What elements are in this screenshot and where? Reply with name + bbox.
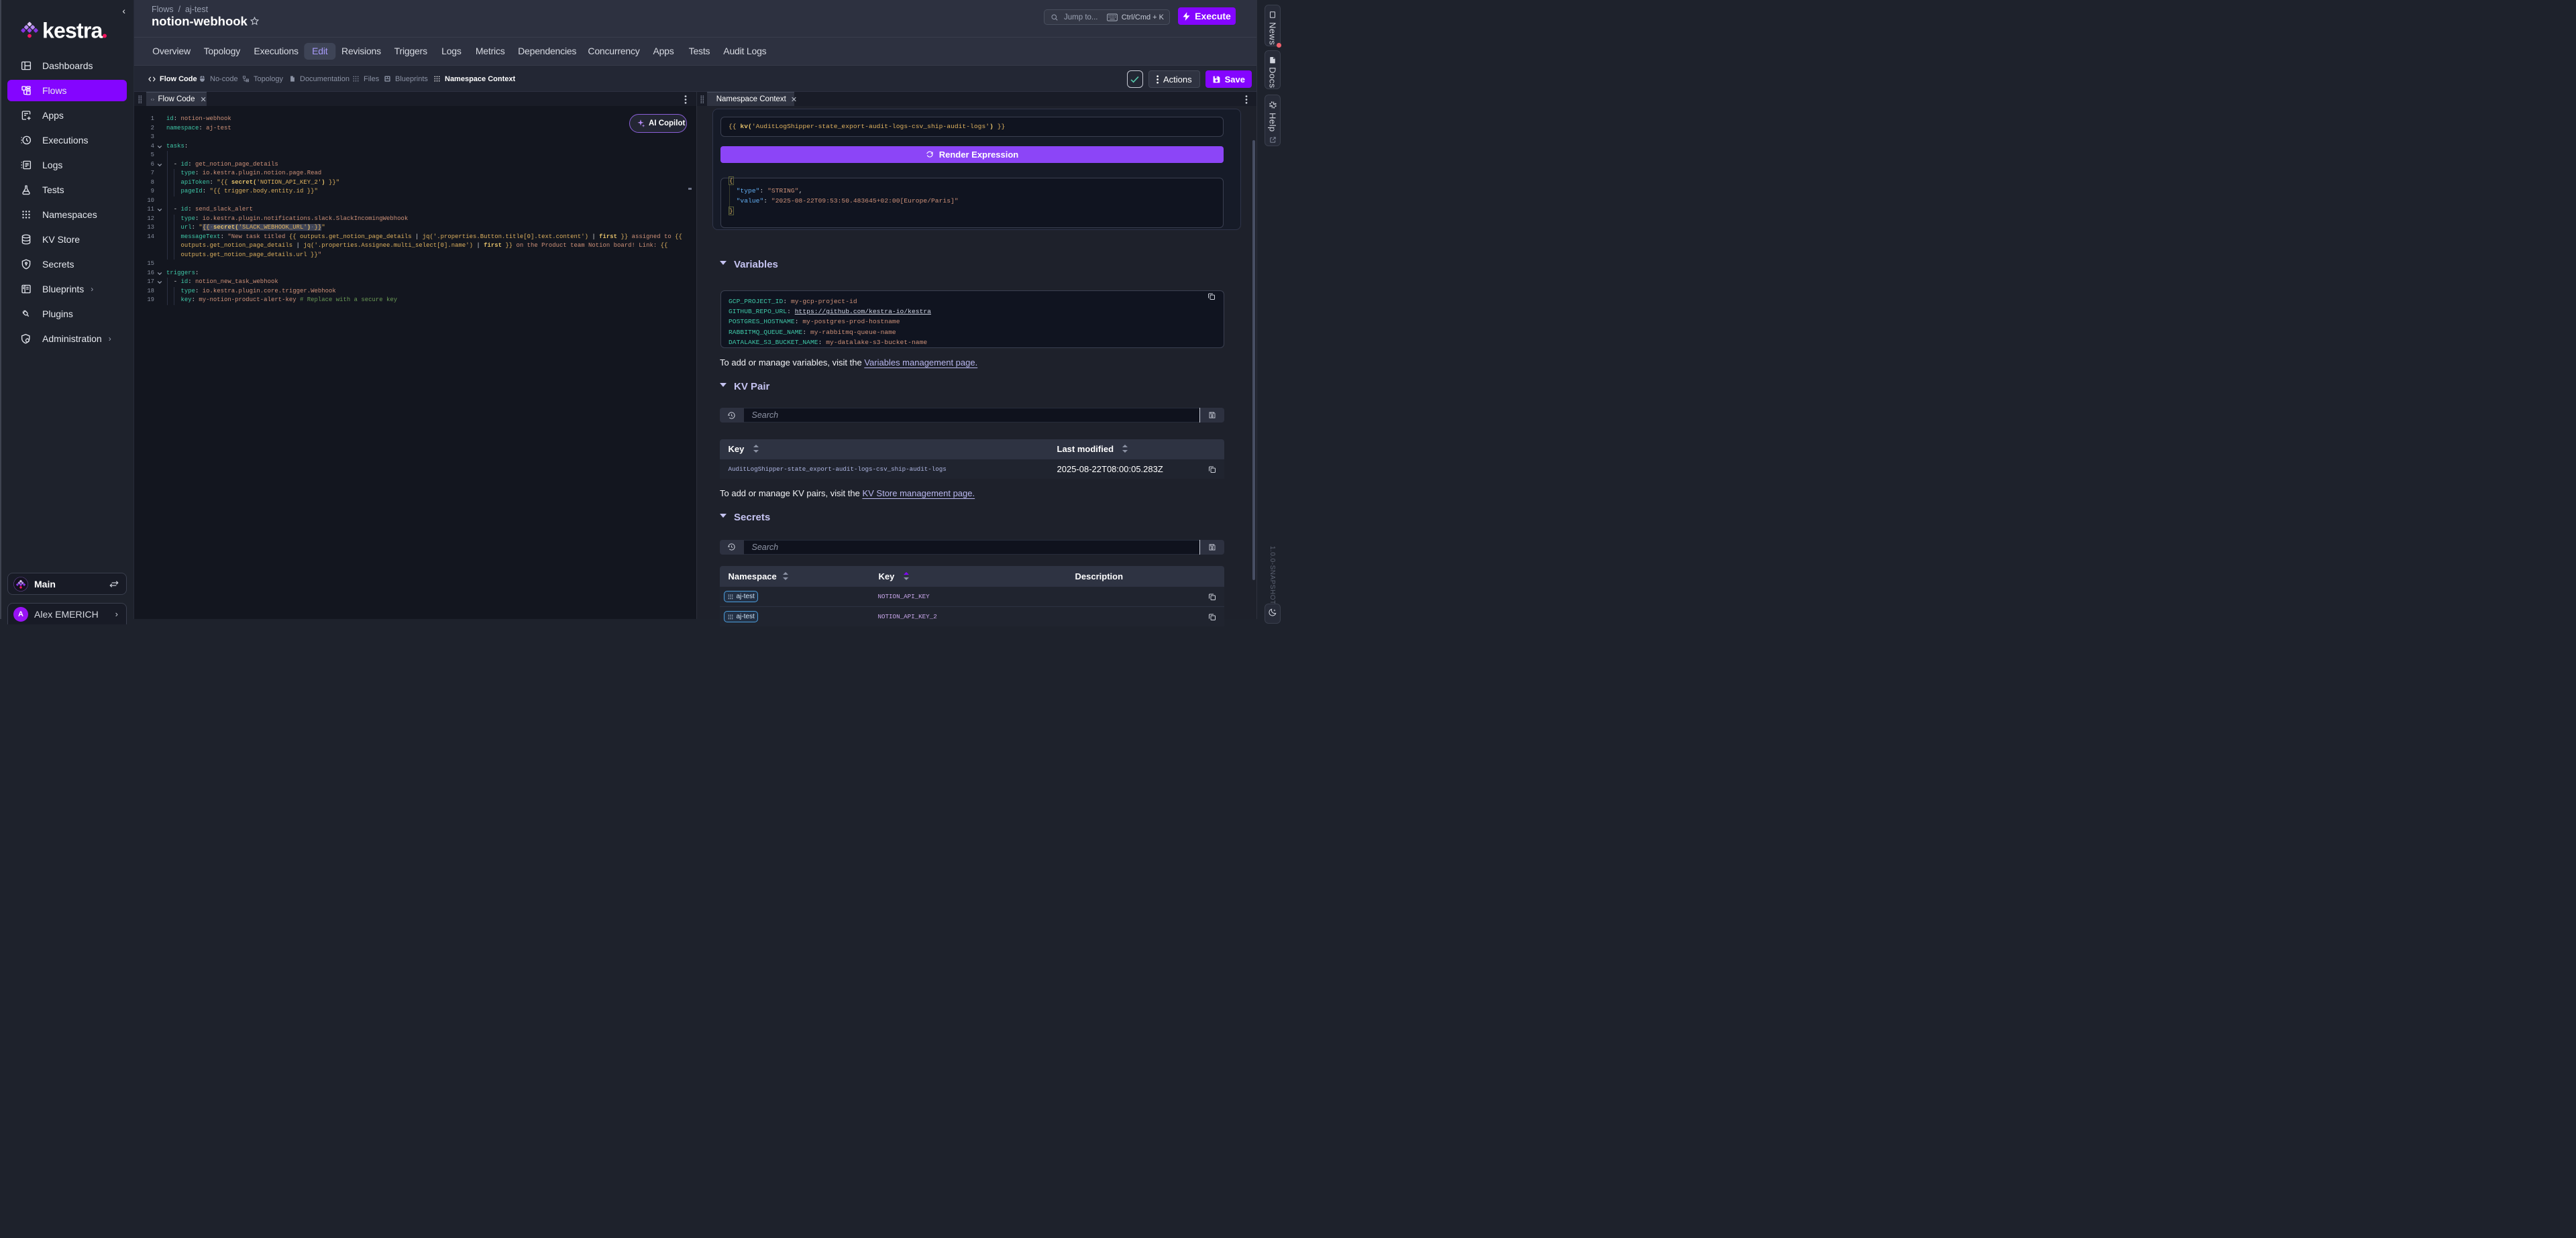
- svg-text:kestra: kestra: [42, 19, 103, 43]
